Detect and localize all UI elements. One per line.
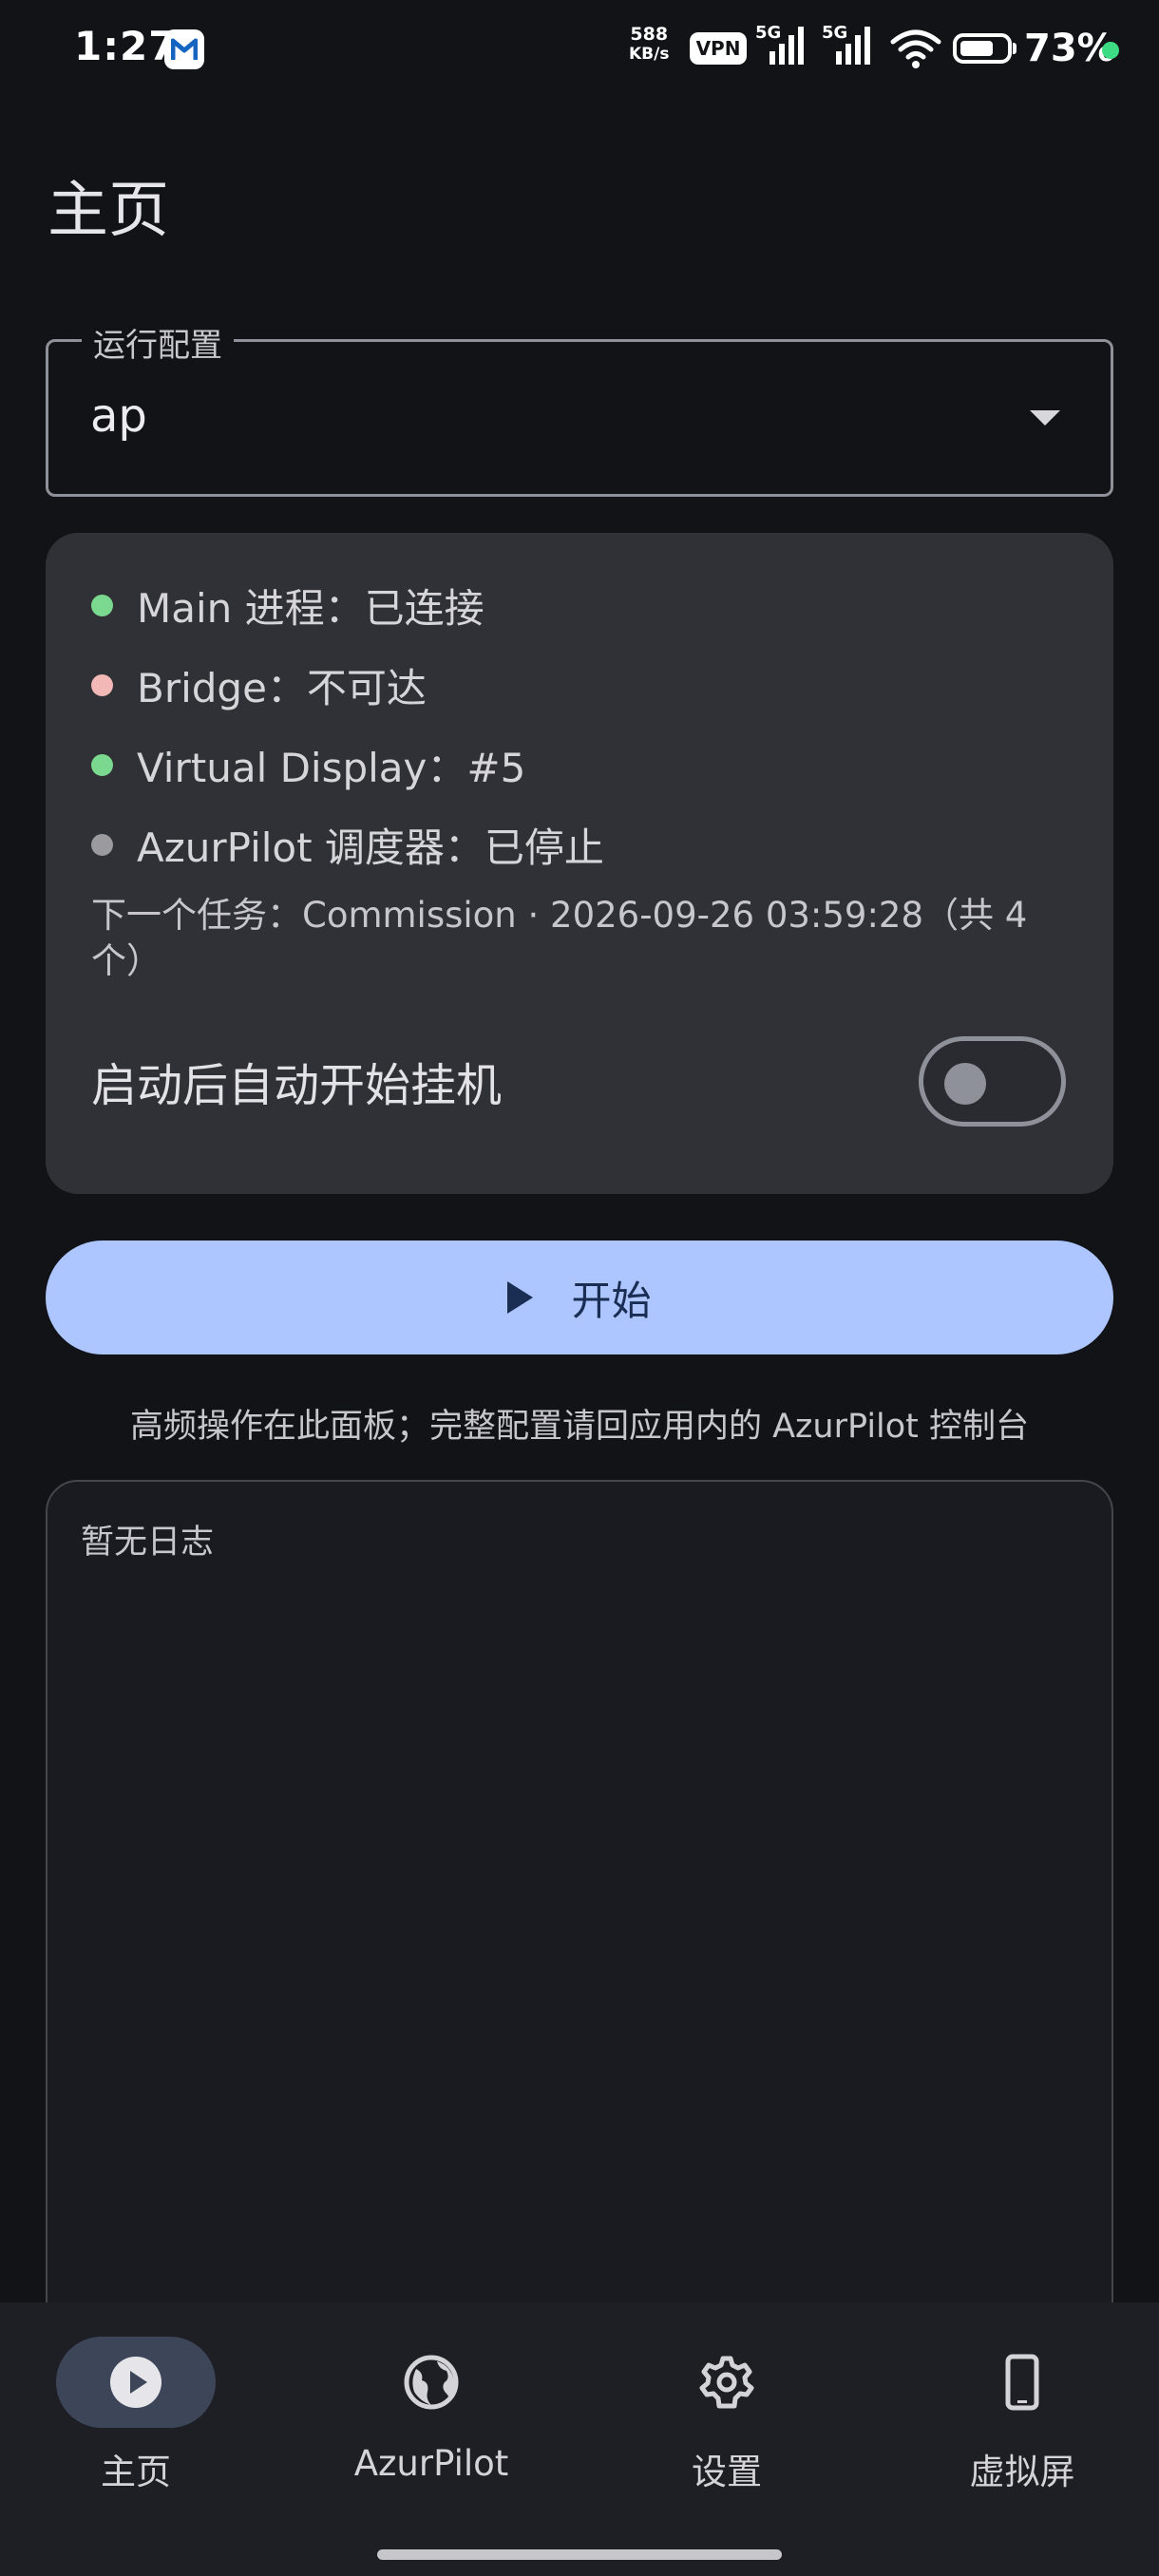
gear-icon bbox=[699, 2356, 754, 2409]
status-dot bbox=[91, 833, 113, 856]
log-empty-text: 暂无日志 bbox=[81, 1524, 215, 1562]
nav-item-virtual-screen[interactable]: 虚拟屏 bbox=[903, 2337, 1141, 2492]
signal-strength-icon bbox=[836, 27, 870, 65]
network-speed-unit: KB/s bbox=[629, 45, 670, 64]
nav-label: 设置 bbox=[692, 2452, 762, 2492]
nav-label: AzurPilot bbox=[353, 2443, 509, 2484]
status-text: Virtual Display：#5 bbox=[137, 744, 526, 791]
vpn-badge: VPN bbox=[690, 32, 747, 65]
hint-text: 高频操作在此面板；完整配置请回应用内的 AzurPilot 控制台 bbox=[129, 1408, 1030, 1446]
home-gesture-bar[interactable] bbox=[377, 2549, 782, 2560]
run-config-label: 运行配置 bbox=[82, 319, 234, 366]
status-dot bbox=[91, 594, 113, 616]
privacy-indicator-dot bbox=[1102, 42, 1119, 59]
home-screen: 1:27 588 KB/s VPN 5G 5G 73% 主页 运行配置 ap M… bbox=[0, 0, 1159, 2576]
wifi-icon bbox=[890, 29, 941, 68]
auto-start-label: 启动后自动开始挂机 bbox=[91, 1059, 503, 1112]
nav-item-home[interactable]: 主页 bbox=[17, 2337, 255, 2492]
status-row-virtual-display: Virtual Display：#5 bbox=[91, 736, 525, 793]
network-speed-value: 588 bbox=[630, 24, 669, 45]
globe-icon bbox=[404, 2355, 459, 2410]
auto-start-toggle[interactable] bbox=[919, 1036, 1066, 1127]
status-row-main-process: Main 进程：已连接 bbox=[91, 577, 484, 634]
toggle-knob bbox=[944, 1063, 986, 1105]
nav-label: 主页 bbox=[101, 2452, 171, 2492]
page-title: 主页 bbox=[48, 176, 169, 246]
next-task-info: 下一个任务：Commission · 2026-09-26 03:59:28（共… bbox=[91, 895, 1028, 981]
status-dot bbox=[91, 673, 113, 696]
play-circle-icon bbox=[110, 2357, 162, 2408]
run-config-value: ap bbox=[90, 389, 147, 443]
battery-nub bbox=[1013, 43, 1016, 54]
status-row-scheduler: AzurPilot 调度器：已停止 bbox=[91, 816, 604, 873]
start-button[interactable]: 开始 bbox=[46, 1241, 1113, 1354]
phone-icon bbox=[1005, 2354, 1039, 2411]
status-bar: 1:27 588 KB/s VPN 5G 5G 73% bbox=[0, 0, 1159, 100]
play-icon bbox=[507, 1281, 534, 1314]
status-row-bridge: Bridge：不可达 bbox=[91, 656, 427, 713]
status-text: Main 进程：已连接 bbox=[137, 584, 484, 632]
status-dot bbox=[91, 753, 113, 776]
signal-strength-icon bbox=[770, 27, 804, 65]
network-speed: 588 KB/s bbox=[629, 25, 669, 65]
start-button-label: 开始 bbox=[571, 1277, 652, 1324]
battery-icon bbox=[953, 33, 1012, 64]
mail-notification-icon bbox=[164, 29, 204, 69]
nav-item-azurpilot[interactable]: AzurPilot bbox=[313, 2337, 550, 2489]
dropdown-arrow-icon[interactable] bbox=[1030, 410, 1060, 426]
status-text: Bridge：不可达 bbox=[137, 664, 427, 711]
battery-fill bbox=[960, 41, 993, 56]
status-text: AzurPilot 调度器：已停止 bbox=[137, 824, 604, 871]
nav-label: 虚拟屏 bbox=[969, 2452, 1075, 2492]
nav-item-settings[interactable]: 设置 bbox=[608, 2337, 846, 2492]
clock: 1:27 bbox=[74, 23, 178, 69]
